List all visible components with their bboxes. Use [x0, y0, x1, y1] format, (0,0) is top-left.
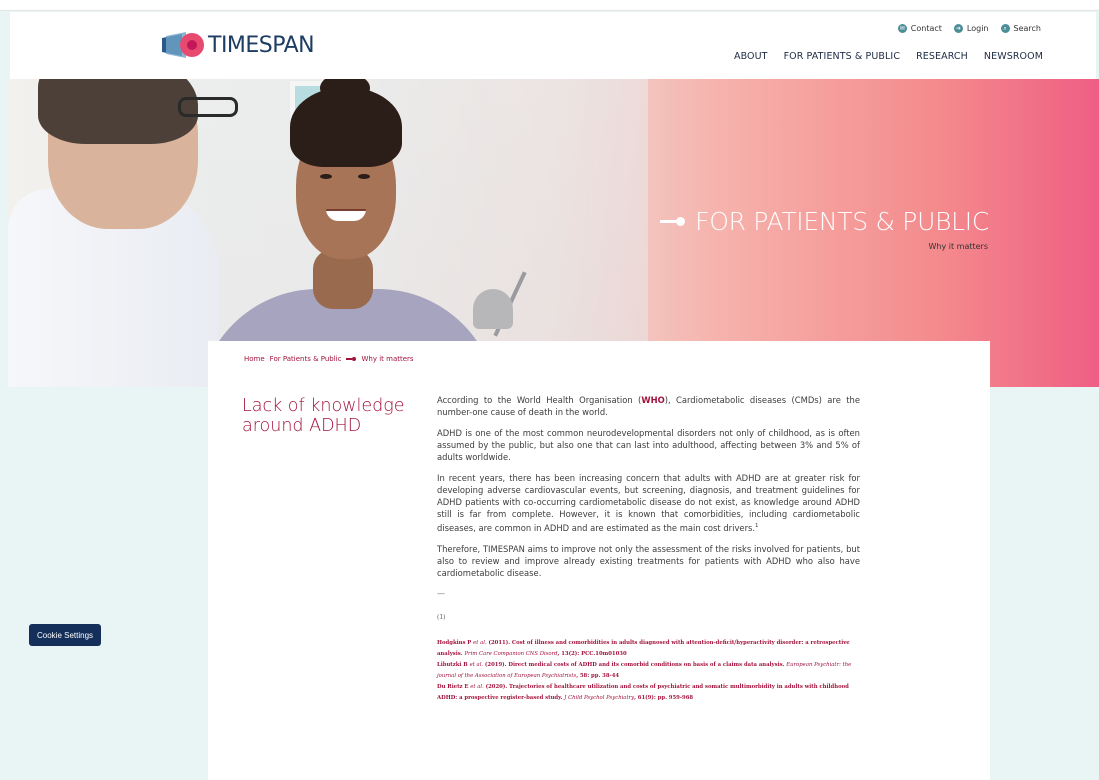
- logo-wordmark: TIMESPAN: [208, 32, 315, 58]
- footnote-ref[interactable]: 1: [755, 523, 759, 529]
- nav-item-about[interactable]: ABOUT: [734, 51, 768, 62]
- footnote-marker: (1): [437, 613, 446, 621]
- references-list: Hodgkins P et al. (2011). Cost of illnes…: [437, 638, 860, 704]
- breadcrumb-home[interactable]: Home: [244, 355, 265, 363]
- breadcrumb: Home For Patients & Public Why it matter…: [244, 355, 414, 363]
- site-header: TIMESPAN ✉ Contact ➔ Login ⌕ Search ABOU…: [10, 12, 1096, 79]
- cookie-settings-button[interactable]: Cookie Settings: [29, 624, 101, 646]
- nav-item-research[interactable]: RESEARCH: [916, 51, 968, 62]
- contact-label: Contact: [910, 24, 942, 33]
- page-title: Lack of knowledge around ADHD: [242, 396, 405, 436]
- article-paragraph: Therefore, TIMESPAN aims to improve not …: [437, 543, 860, 578]
- main-nav: ABOUT FOR PATIENTS & PUBLIC RESEARCH NEW…: [734, 51, 1043, 62]
- site-logo[interactable]: TIMESPAN: [160, 28, 315, 62]
- divider: —: [437, 588, 445, 598]
- logo-mark-icon: [160, 28, 206, 62]
- hero-title-group: FOR PATIENTS & PUBLIC: [660, 207, 989, 236]
- who-link[interactable]: WHO: [641, 395, 664, 405]
- article-paragraph: In recent years, there has been increasi…: [437, 473, 860, 533]
- login-icon: ➔: [953, 24, 963, 33]
- reference-item[interactable]: Hodgkins P et al. (2011). Cost of illnes…: [437, 638, 860, 660]
- utility-nav: ✉ Contact ➔ Login ⌕ Search: [897, 24, 1041, 33]
- breadcrumb-current: Why it matters: [361, 355, 414, 363]
- article-paragraph: ADHD is one of the most common neurodeve…: [437, 428, 860, 462]
- login-label: Login: [966, 24, 989, 33]
- article-paragraph: According to the World Health Organisati…: [437, 395, 860, 417]
- login-link[interactable]: ➔ Login: [953, 24, 989, 33]
- browser-top-strip: [0, 0, 1099, 11]
- breadcrumb-patients-public[interactable]: For Patients & Public: [270, 355, 342, 363]
- hero-subtitle: Why it matters: [928, 242, 988, 251]
- contact-icon: ✉: [897, 24, 907, 33]
- nav-item-patients-public[interactable]: FOR PATIENTS & PUBLIC: [784, 51, 900, 62]
- hero-title: FOR PATIENTS & PUBLIC: [695, 207, 989, 236]
- reference-item[interactable]: Libutzki B et al. (2019). Direct medical…: [437, 660, 860, 682]
- breadcrumb-arrow-icon: [346, 357, 357, 361]
- reference-item[interactable]: Du Rietz E et al. (2020). Trajectories o…: [437, 682, 860, 704]
- contact-link[interactable]: ✉ Contact: [897, 24, 942, 33]
- search-label: Search: [1013, 24, 1041, 33]
- search-icon: ⌕: [1000, 24, 1010, 33]
- article-body: According to the World Health Organisati…: [437, 394, 860, 704]
- nav-item-newsroom[interactable]: NEWSROOM: [984, 51, 1043, 62]
- search-link[interactable]: ⌕ Search: [1000, 24, 1041, 33]
- arrow-right-icon: [660, 217, 686, 226]
- content-panel: Home For Patients & Public Why it matter…: [208, 341, 990, 780]
